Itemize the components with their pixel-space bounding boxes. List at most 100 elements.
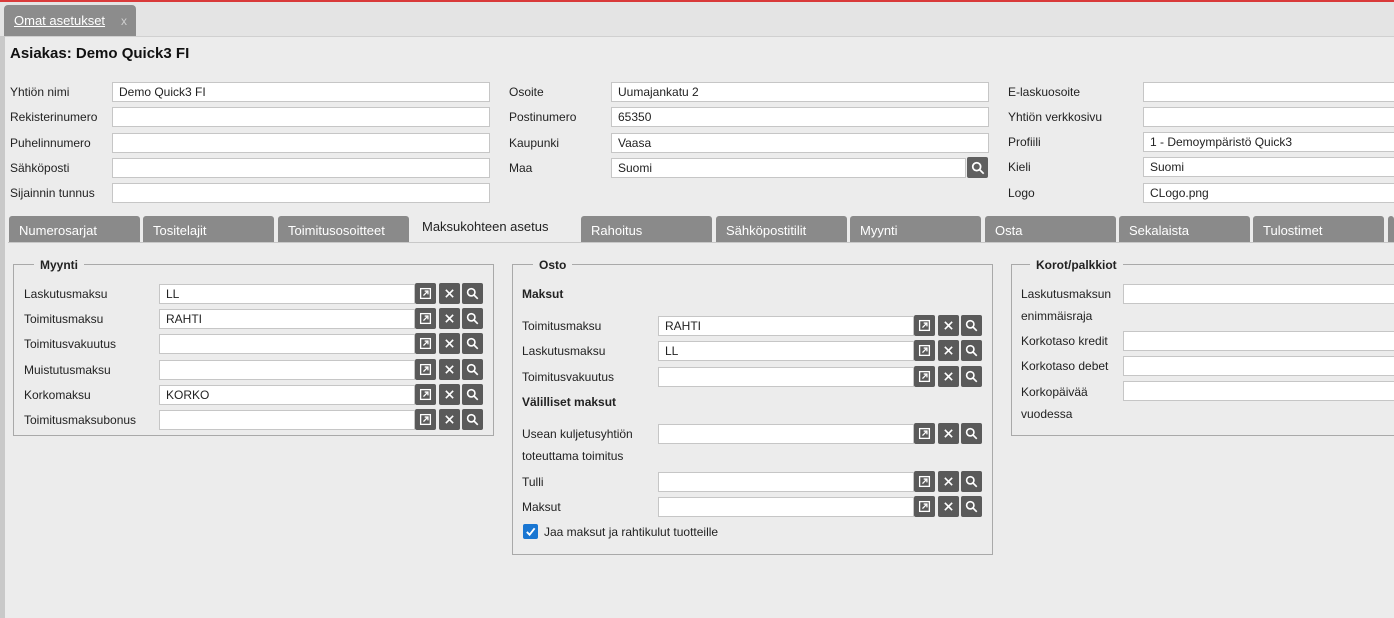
purchase-row-4-open-button[interactable]	[914, 423, 935, 444]
tab-rahoitus[interactable]: Rahoitus	[581, 216, 712, 242]
external-link-icon	[419, 363, 432, 376]
purchase-row-2-clear-button[interactable]	[937, 340, 959, 361]
credit-interest-input[interactable]	[1123, 331, 1394, 351]
purchase-row-3-open-button[interactable]	[914, 366, 935, 387]
external-link-icon	[419, 312, 432, 325]
sales-invoice-fee-label: Laskutusmaksu	[24, 287, 108, 301]
sales-row-6-open-button[interactable]	[415, 409, 436, 430]
purchase-delivery-fee-input[interactable]: RAHTI	[658, 316, 914, 336]
sales-delivery-insurance-label: Toimitusvakuutus	[24, 337, 117, 351]
tab-toimitusosoitteet[interactable]: Toimitusosoitteet	[278, 216, 409, 242]
customs-input[interactable]	[658, 472, 914, 492]
purchase-row-4-clear-button[interactable]	[937, 423, 959, 444]
checkmark-icon	[526, 527, 536, 537]
sales-delivery-insurance-input[interactable]	[159, 334, 415, 354]
purchase-invoice-fee-input[interactable]: LL	[658, 341, 914, 361]
profile-input[interactable]: 1 - Demoympäristö Quick3	[1143, 132, 1394, 152]
sales-interest-fee-input[interactable]: KORKO	[159, 385, 415, 405]
sales-row-6-search-button[interactable]	[462, 409, 483, 430]
sales-delivery-fee-bonus-input[interactable]	[159, 410, 415, 430]
address-input[interactable]: Uumajankatu 2	[611, 82, 989, 102]
sales-row-5-clear-button[interactable]	[438, 384, 460, 405]
purchase-row-2-search-button[interactable]	[961, 340, 982, 361]
purchase-row-3-search-button[interactable]	[961, 366, 982, 387]
allocate-fees-label: Jaa maksut ja rahtikulut tuotteille	[544, 525, 719, 539]
tab-sahkopostitilit[interactable]: Sähköpostitilit	[716, 216, 847, 242]
address-label: Osoite	[509, 85, 544, 99]
sales-row-4-search-button[interactable]	[462, 359, 483, 380]
location-id-input[interactable]	[112, 183, 490, 203]
purchase-fees-heading: Maksut	[522, 287, 564, 301]
country-input[interactable]: Suomi	[611, 158, 966, 178]
purchase-row-2-open-button[interactable]	[914, 340, 935, 361]
website-input[interactable]	[1143, 107, 1394, 127]
external-link-icon	[419, 337, 432, 350]
postal-code-input[interactable]: 65350	[611, 107, 989, 127]
sales-row-3-open-button[interactable]	[415, 333, 436, 354]
close-icon	[444, 365, 454, 374]
phone-input[interactable]	[112, 133, 490, 153]
multi-carrier-input[interactable]	[658, 424, 914, 444]
interest-days-label-line2: vuodessa	[1021, 407, 1073, 421]
email-label: Sähköposti	[10, 161, 70, 175]
sales-row-4-open-button[interactable]	[415, 359, 436, 380]
tab-myynti[interactable]: Myynti	[850, 216, 981, 242]
allocate-fees-checkbox[interactable]	[523, 524, 538, 539]
sales-row-1-search-button[interactable]	[462, 283, 483, 304]
sales-row-3-search-button[interactable]	[462, 333, 483, 354]
tab-sekalaista[interactable]: Sekalaista	[1119, 216, 1250, 242]
logo-input[interactable]: CLogo.png	[1143, 183, 1394, 203]
sales-delivery-fee-input[interactable]: RAHTI	[159, 309, 415, 329]
registration-number-input[interactable]	[112, 107, 490, 127]
other-fees-input[interactable]	[658, 497, 914, 517]
purchase-row-1-search-button[interactable]	[961, 315, 982, 336]
sales-reminder-fee-input[interactable]	[159, 360, 415, 380]
sales-row-5-search-button[interactable]	[462, 384, 483, 405]
search-icon	[965, 344, 978, 357]
city-input[interactable]: Vaasa	[611, 133, 989, 153]
language-input[interactable]: Suomi	[1143, 157, 1394, 177]
debit-interest-input[interactable]	[1123, 356, 1394, 376]
max-invoice-fee-input[interactable]	[1123, 284, 1394, 304]
tab-overflow[interactable]	[1388, 216, 1394, 242]
sales-row-4-clear-button[interactable]	[438, 359, 460, 380]
purchase-row-5-search-button[interactable]	[961, 471, 982, 492]
document-tab-label[interactable]: Omat asetukset	[14, 13, 105, 28]
purchase-row-1-open-button[interactable]	[914, 315, 935, 336]
purchase-delivery-insurance-input[interactable]	[658, 367, 914, 387]
document-tab-close-icon[interactable]: x	[121, 14, 127, 28]
purchase-row-6-search-button[interactable]	[961, 496, 982, 517]
company-name-input[interactable]: Demo Quick3 FI	[112, 82, 490, 102]
purchase-row-6-clear-button[interactable]	[937, 496, 959, 517]
tab-numerosarjat[interactable]: Numerosarjat	[9, 216, 140, 242]
postal-code-label: Postinumero	[509, 110, 577, 124]
purchase-delivery-fee-label: Toimitusmaksu	[522, 319, 602, 333]
einvoice-address-input[interactable]	[1143, 82, 1394, 102]
sales-row-3-clear-button[interactable]	[438, 333, 460, 354]
external-link-icon	[419, 388, 432, 401]
tab-tositelajit[interactable]: Tositelajit	[143, 216, 274, 242]
purchase-row-5-open-button[interactable]	[914, 471, 935, 492]
sales-row-2-clear-button[interactable]	[438, 308, 460, 329]
tab-tulostimet[interactable]: Tulostimet	[1253, 216, 1384, 242]
tab-maksukohteen-asetus[interactable]: Maksukohteen asetus	[412, 212, 578, 243]
purchase-row-6-open-button[interactable]	[914, 496, 935, 517]
tab-osta[interactable]: Osta	[985, 216, 1116, 242]
sales-row-2-open-button[interactable]	[415, 308, 436, 329]
email-input[interactable]	[112, 158, 490, 178]
interest-days-input[interactable]	[1123, 381, 1394, 401]
sales-row-2-search-button[interactable]	[462, 308, 483, 329]
purchase-row-5-clear-button[interactable]	[937, 471, 959, 492]
purchase-row-3-clear-button[interactable]	[937, 366, 959, 387]
country-search-button[interactable]	[967, 157, 988, 178]
search-icon	[466, 287, 479, 300]
purchase-row-1-clear-button[interactable]	[937, 315, 959, 336]
sales-invoice-fee-input[interactable]: LL	[159, 284, 415, 304]
purchase-row-4-search-button[interactable]	[961, 423, 982, 444]
document-tab-omat-asetukset[interactable]: Omat asetukset x	[4, 5, 136, 36]
sales-row-1-clear-button[interactable]	[438, 283, 460, 304]
sales-row-1-open-button[interactable]	[415, 283, 436, 304]
logo-label: Logo	[1008, 186, 1035, 200]
sales-row-5-open-button[interactable]	[415, 384, 436, 405]
sales-row-6-clear-button[interactable]	[438, 409, 460, 430]
